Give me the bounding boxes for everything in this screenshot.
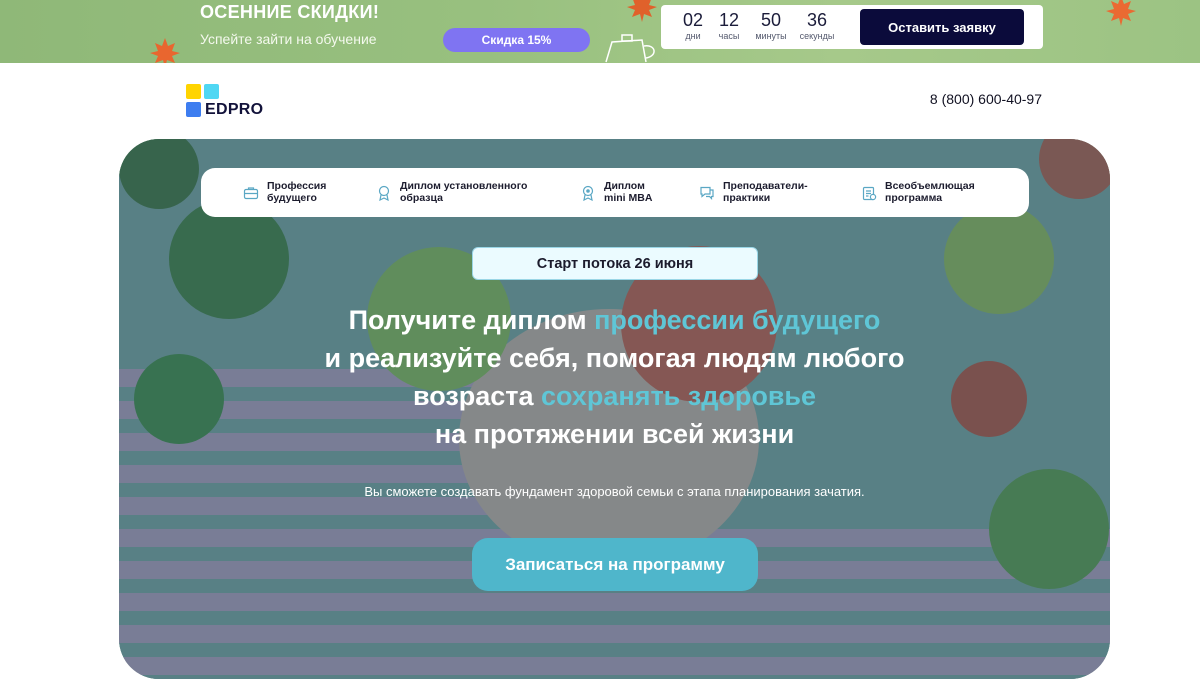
hero-subtitle: Вы сможете создавать фундамент здоровой …	[364, 484, 865, 499]
logo-square-cyan	[204, 84, 219, 99]
promo-subtitle: Успейте зайти на обучение	[200, 31, 377, 47]
headline-line-1: Получите диплом профессии будущего	[348, 305, 881, 335]
feature-label: Диплом установленного образца	[400, 180, 528, 204]
feature-item-program: Всеобъемлющая программа	[861, 180, 975, 204]
features-bar: Профессия будущего Диплом установленного…	[201, 168, 1029, 217]
award-icon	[378, 185, 390, 201]
maple-leaf-icon	[627, 0, 657, 22]
enroll-button[interactable]: Записаться на программу	[472, 538, 758, 591]
cup-doodle-icon	[605, 34, 655, 63]
feature-item-teachers: Преподаватели- практики	[699, 180, 808, 204]
promo-title: ОСЕННИЕ СКИДКИ!	[200, 2, 380, 22]
briefcase-icon	[243, 187, 259, 200]
feature-label: Преподаватели- практики	[723, 180, 808, 204]
maple-leaf-icon	[150, 38, 180, 63]
logo-square-blue	[186, 102, 201, 117]
feature-label: Профессия будущего	[267, 180, 327, 204]
promo-banner: ОСЕННИЕ СКИДКИ! Успейте зайти на обучени…	[0, 0, 1200, 63]
headline-accent: профессии будущего	[594, 305, 881, 335]
feature-label: Всеобъемлющая программа	[885, 180, 975, 204]
chat-icon	[700, 186, 714, 200]
headline-line-2: и реализуйте себя, помогая людям любого	[324, 343, 905, 373]
timer-minutes: 50 минуты	[755, 10, 787, 41]
start-date-badge: Старт потока 26 июня	[472, 247, 758, 280]
headline-line-4: на протяжении всей жизни	[434, 419, 795, 449]
timer-hours: 12 часы	[718, 10, 740, 41]
feature-item-mba: Диплом mini MBA	[580, 180, 653, 204]
feature-label: Диплом mini MBA	[604, 180, 653, 204]
feature-item-profession: Профессия будущего	[243, 180, 327, 204]
hero-section: Профессия будущего Диплом установленного…	[119, 139, 1110, 679]
headline-accent: сохранять здоровье	[541, 381, 817, 411]
clipboard-icon	[862, 186, 877, 201]
hero-headline: Получите диплом профессии будущего и реа…	[119, 301, 1110, 453]
phone-link[interactable]: 8 (800) 600-40-97	[930, 91, 1042, 107]
feature-item-diploma: Диплом установленного образца	[376, 180, 528, 204]
logo-square-yellow	[186, 84, 201, 99]
timer-seconds: 36 секунды	[799, 10, 835, 41]
medal-icon	[582, 185, 594, 201]
headline-line-3: возраста сохранять здоровье	[412, 381, 817, 411]
edpro-logo[interactable]: EDPRO	[186, 84, 276, 120]
maple-leaf-icon	[1106, 0, 1136, 26]
countdown-timer: 02 дни 12 часы 50 минуты 36 секунды Оста…	[661, 5, 1043, 49]
leave-request-button[interactable]: Оставить заявку	[860, 9, 1024, 45]
logo-text: EDPRO	[205, 101, 264, 118]
discount-badge[interactable]: Скидка 15%	[443, 28, 590, 52]
